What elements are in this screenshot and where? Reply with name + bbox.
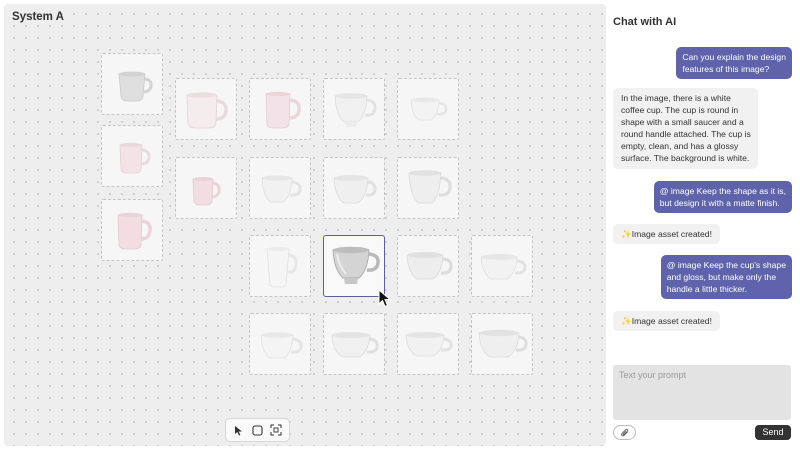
status-message: ✨Image asset created! xyxy=(613,224,720,244)
scan-icon[interactable] xyxy=(268,422,284,438)
cup-image xyxy=(405,332,453,357)
cup-image xyxy=(118,71,153,102)
canvas[interactable]: System A xyxy=(4,4,606,446)
image-tile[interactable] xyxy=(101,199,163,261)
status-message: ✨Image asset created! xyxy=(613,311,720,331)
cup-image xyxy=(117,212,152,250)
image-tile[interactable] xyxy=(249,235,311,297)
cup-image xyxy=(333,175,377,204)
image-tile[interactable] xyxy=(249,78,311,140)
image-tile[interactable] xyxy=(397,313,459,375)
canvas-toolbar xyxy=(225,418,290,442)
mouse-cursor-icon xyxy=(378,288,392,313)
cup-image xyxy=(331,332,379,358)
image-tile[interactable] xyxy=(249,313,311,375)
cup-image xyxy=(266,247,298,288)
image-tile-selected[interactable] xyxy=(323,235,385,297)
image-tile[interactable] xyxy=(323,78,385,140)
image-tile[interactable] xyxy=(397,157,459,219)
cup-image xyxy=(480,254,527,280)
image-tile[interactable] xyxy=(175,157,237,219)
image-tile[interactable] xyxy=(323,313,385,375)
cup-image xyxy=(119,142,151,174)
image-tile[interactable] xyxy=(175,78,237,140)
cup-image xyxy=(334,93,377,127)
cup-image xyxy=(406,252,453,280)
ai-message: In the image, there is a white coffee cu… xyxy=(613,88,758,169)
attach-button[interactable] xyxy=(613,425,636,440)
cup-image xyxy=(408,170,452,204)
cup-image xyxy=(192,177,221,206)
paperclip-icon xyxy=(620,428,628,436)
pointer-icon[interactable] xyxy=(231,422,247,438)
image-tile[interactable] xyxy=(397,78,459,140)
prompt-placeholder: Text your prompt xyxy=(619,370,687,380)
app-window: System A Chat with AI Can you explain th… xyxy=(0,0,800,450)
prompt-input[interactable]: Text your prompt xyxy=(613,365,791,420)
cup-image xyxy=(186,92,228,129)
send-button[interactable]: Send xyxy=(755,425,791,440)
canvas-title: System A xyxy=(12,11,64,23)
chat-panel: Chat with AI Can you explain the design … xyxy=(607,0,800,450)
image-tile[interactable] xyxy=(397,235,459,297)
image-tile[interactable] xyxy=(249,157,311,219)
image-tile[interactable] xyxy=(101,125,163,187)
image-tile[interactable] xyxy=(471,313,533,375)
cup-image xyxy=(332,246,380,284)
cup-image xyxy=(261,175,302,203)
user-message: Can you explain the design features of t… xyxy=(676,47,792,79)
image-tile[interactable] xyxy=(471,235,533,297)
cup-image xyxy=(260,332,303,359)
chat-title: Chat with AI xyxy=(613,16,677,28)
cup-image xyxy=(265,91,301,129)
cup-image xyxy=(478,329,528,358)
cup-image xyxy=(410,97,448,121)
user-message: @ image Keep the cup's shape and gloss, … xyxy=(660,255,792,299)
frame-icon[interactable] xyxy=(249,422,265,438)
user-message: @ image Keep the shape as it is, but des… xyxy=(653,181,792,213)
image-tile[interactable] xyxy=(323,157,385,219)
image-tile[interactable] xyxy=(101,53,163,115)
